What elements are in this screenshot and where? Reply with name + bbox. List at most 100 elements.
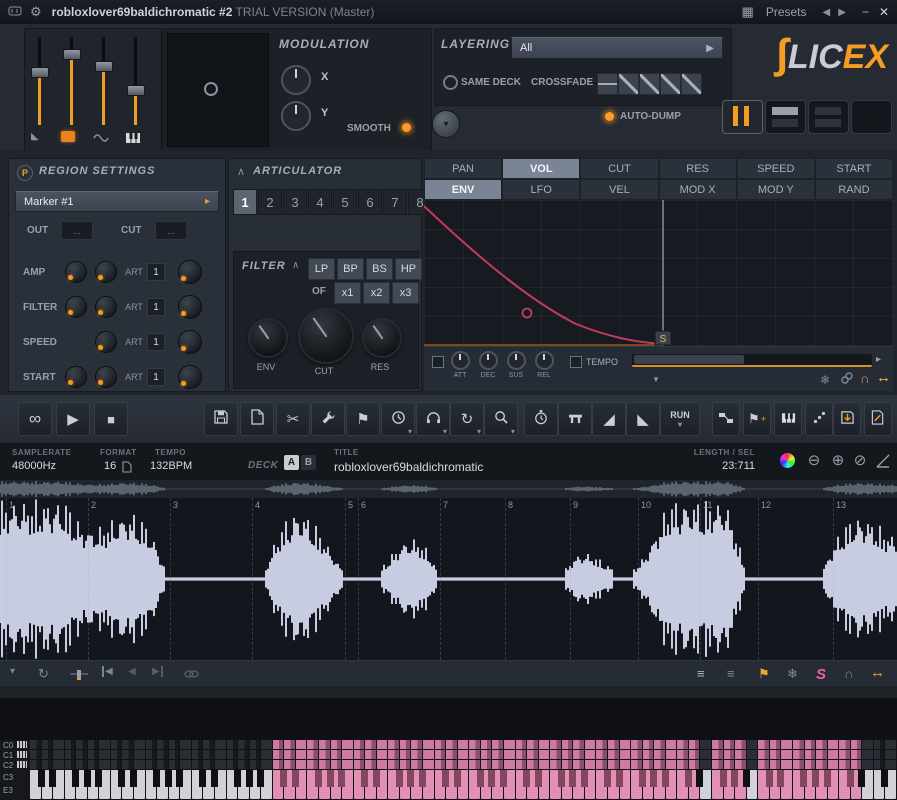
piano-black-key-assigned[interactable] <box>615 770 623 787</box>
filter-art-knob[interactable] <box>178 295 202 319</box>
envelope-graph[interactable]: S <box>424 200 893 346</box>
articulator-slot-1[interactable]: 1 <box>233 189 257 215</box>
env-tab-mod-y[interactable]: MOD Y <box>736 179 815 200</box>
prev-marker-icon[interactable]: ◀ <box>102 666 113 677</box>
fader-handle[interactable] <box>127 85 145 96</box>
filter-res-knob[interactable] <box>362 318 402 358</box>
caret-down-icon[interactable]: ▾ <box>443 427 447 436</box>
filter-knob-1[interactable] <box>65 296 87 318</box>
slice-marker-7[interactable]: 7 <box>440 498 448 660</box>
piano-black-key-assigned[interactable] <box>569 770 577 787</box>
slope-curve-icon[interactable]: S <box>816 666 826 683</box>
piano-black-key[interactable] <box>858 770 866 787</box>
prev-icon[interactable]: ◀ <box>128 666 136 677</box>
scroll-right-button[interactable]: ▸ <box>876 354 881 365</box>
filter-type-lp-button[interactable]: LP <box>308 258 335 280</box>
filter-art-value[interactable]: 1 <box>147 298 165 316</box>
layer-fader-2[interactable] <box>61 37 81 125</box>
filter-type-bs-button[interactable]: BS <box>366 258 393 280</box>
crossfade-shape-1-button[interactable] <box>597 73 618 95</box>
layout-split-a-button[interactable] <box>765 100 806 134</box>
slide-notes-button[interactable] <box>712 402 740 436</box>
env-tab-cut[interactable]: CUT <box>580 158 659 179</box>
att-knob[interactable] <box>450 351 470 370</box>
slice-marker-11[interactable]: 11 <box>700 498 712 660</box>
smooth-led[interactable] <box>401 122 412 133</box>
keyboard-icon[interactable] <box>125 131 141 149</box>
color-wheel-icon[interactable] <box>780 453 795 468</box>
sus-knob[interactable] <box>506 351 526 370</box>
piano-black-key-assigned[interactable] <box>326 770 334 787</box>
layout-split-b-button[interactable] <box>808 100 849 134</box>
piano-black-key-assigned[interactable] <box>453 770 461 787</box>
auto-dump-led[interactable] <box>604 111 615 122</box>
piano-black-key[interactable] <box>257 770 265 787</box>
amp-art-knob[interactable] <box>178 260 202 284</box>
mod-x-knob[interactable] <box>281 65 311 95</box>
piano-black-key[interactable] <box>153 770 161 787</box>
piano-black-key[interactable] <box>83 770 91 787</box>
slice-marker-13[interactable]: 13 <box>833 498 846 660</box>
fade-out-button[interactable]: ◣ <box>626 402 660 436</box>
region-list-icon[interactable]: ≡ <box>727 666 735 681</box>
piano-black-key[interactable] <box>129 770 137 787</box>
stop-button[interactable]: ■ <box>94 402 128 436</box>
env-tab-vel[interactable]: VEL <box>580 179 659 200</box>
freeze-icon[interactable]: ❄ <box>787 666 798 682</box>
piano-black-key-assigned[interactable] <box>442 770 450 787</box>
piano-black-key-assigned[interactable] <box>603 770 611 787</box>
preset-grid-icon[interactable]: ▦ <box>742 4 754 20</box>
oversample-x2-button[interactable]: x2 <box>363 282 390 304</box>
cut-button[interactable]: ✂ <box>276 402 310 436</box>
sine-wave-icon[interactable] <box>93 131 109 149</box>
cut-field[interactable]: ... <box>155 221 187 240</box>
piano-black-key-assigned[interactable] <box>488 770 496 787</box>
slice-marker-8[interactable]: 8 <box>505 498 513 660</box>
piano-black-key-assigned[interactable] <box>731 770 739 787</box>
sample-edit-icon[interactable] <box>61 131 75 142</box>
minimize-button[interactable]: − <box>862 5 869 19</box>
drop-marker-button[interactable]: ⚑ <box>346 402 380 436</box>
speed-knob-2[interactable] <box>95 331 117 353</box>
layer-fader-4[interactable] <box>125 37 145 125</box>
main-waveform[interactable]: 1 2 3 4 5 6 7 8 9 10 11 12 13 <box>0 498 897 660</box>
freeze-icon[interactable]: ❄ <box>820 373 830 387</box>
stretch-arrows-icon[interactable]: ↔ <box>870 664 885 681</box>
piano-black-key-assigned[interactable] <box>523 770 531 787</box>
slice-marker-9[interactable]: 9 <box>570 498 578 660</box>
piano-black-key-assigned[interactable] <box>638 770 646 787</box>
loop-icon[interactable]: ↻ <box>38 666 49 682</box>
start-art-value[interactable]: 1 <box>147 368 165 386</box>
fade-in-button[interactable]: ◢ <box>592 402 626 436</box>
piano-black-key-assigned[interactable] <box>765 770 773 787</box>
tempo-checkbox[interactable] <box>570 356 582 368</box>
env-tab-lfo[interactable]: LFO <box>502 179 581 200</box>
corner-triangle-icon[interactable]: ◣ <box>31 131 39 142</box>
filter-env-knob[interactable] <box>248 318 288 358</box>
articulator-slot-6[interactable]: 6 <box>358 189 382 215</box>
loop-mode-button[interactable]: ∞ <box>18 402 52 436</box>
envelope-enable-checkbox[interactable] <box>432 356 444 368</box>
edit-sample-button[interactable] <box>864 402 892 436</box>
stretch-time-button[interactable] <box>524 402 558 436</box>
close-button[interactable]: ✕ <box>879 5 889 19</box>
piano-black-key[interactable] <box>881 770 889 787</box>
articulator-slot-7[interactable]: 7 <box>383 189 407 215</box>
piano-black-key-assigned[interactable] <box>812 770 820 787</box>
caret-down-icon[interactable]: ▾ <box>408 427 412 436</box>
sustain-marker[interactable]: S <box>660 334 667 345</box>
stretch-arrows-icon[interactable]: ↔ <box>876 369 891 386</box>
slice-marker-12[interactable]: 12 <box>758 498 771 660</box>
envelope-scrollbar[interactable] <box>632 354 872 367</box>
slice-marker-5[interactable]: 5 <box>345 498 353 660</box>
caret-down-icon[interactable]: ▾ <box>511 427 515 436</box>
amp-knob-2[interactable] <box>95 261 117 283</box>
xy-pad-dot[interactable] <box>204 82 218 96</box>
layer-fader-1[interactable] <box>29 37 49 125</box>
piano-black-key-assigned[interactable] <box>800 770 808 787</box>
save-button[interactable] <box>204 402 238 436</box>
headphones-icon[interactable]: ∩ <box>860 371 869 386</box>
tempo-value[interactable]: 132BPM <box>150 460 192 472</box>
zoom-button[interactable]: ▾ <box>484 402 518 436</box>
piano-black-key-assigned[interactable] <box>280 770 288 787</box>
